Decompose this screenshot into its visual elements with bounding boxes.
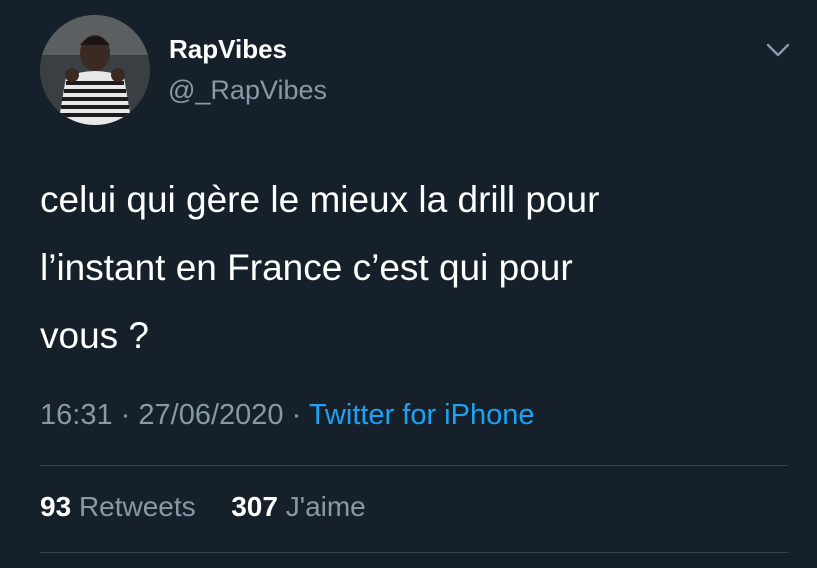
tweet-text-line: celui qui gère le mieux la drill pour xyxy=(40,179,600,220)
tweet-metadata: 16:31 · 27/06/2020 · Twitter for iPhone xyxy=(40,399,534,432)
tweet-date[interactable]: 27/06/2020 xyxy=(138,399,283,431)
divider xyxy=(40,465,788,466)
user-handle[interactable]: @_RapVibes xyxy=(168,75,327,106)
divider xyxy=(40,552,788,553)
avatar-photo xyxy=(40,15,150,125)
tweet-stats: 93 Retweets 307 J'aime xyxy=(40,491,366,523)
retweets-stat[interactable]: 93 Retweets xyxy=(40,491,203,522)
tweet-time[interactable]: 16:31 xyxy=(40,399,113,431)
avatar[interactable] xyxy=(40,15,150,125)
tweet-text-line: vous ? xyxy=(40,315,150,356)
likes-stat[interactable]: 307 J'aime xyxy=(231,491,366,522)
meta-separator: · xyxy=(291,399,302,431)
retweet-count: 93 xyxy=(40,491,72,522)
retweet-label: Retweets xyxy=(78,491,196,522)
chevron-down-icon[interactable] xyxy=(763,38,793,62)
tweet-text-line: l’instant en France c’est qui pour xyxy=(40,247,573,288)
like-count: 307 xyxy=(231,491,278,522)
like-label: J'aime xyxy=(285,491,366,522)
tweet-text: celui qui gère le mieux la drill pour l’… xyxy=(40,166,740,370)
meta-separator: · xyxy=(120,399,131,431)
display-name[interactable]: RapVibes xyxy=(169,34,287,65)
tweet-source-link[interactable]: Twitter for iPhone xyxy=(309,399,535,431)
